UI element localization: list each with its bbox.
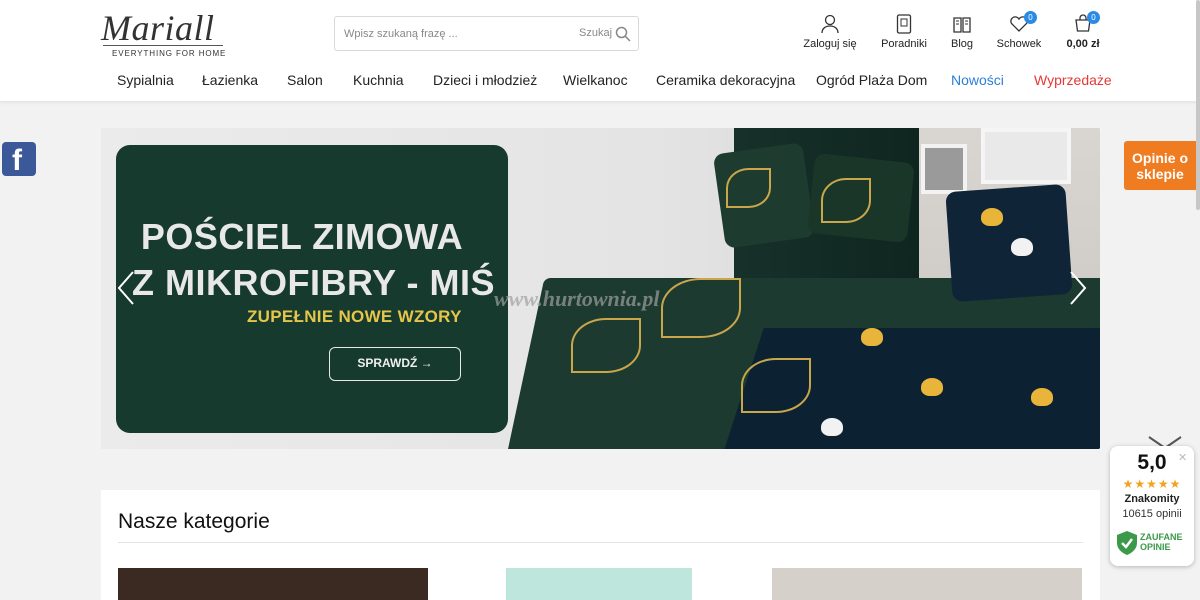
reviews-count: 10615 opinii bbox=[1122, 508, 1182, 520]
main-nav: Sypialnia Łazienka Salon Kuchnia Dzieci … bbox=[0, 72, 1200, 90]
nav-item-wyprzedaze[interactable]: Wyprzedaże bbox=[1034, 72, 1112, 88]
categories-divider bbox=[118, 542, 1083, 543]
nav-item-wielkanoc[interactable]: Wielkanoc bbox=[563, 72, 628, 88]
logo-text: Mariall bbox=[101, 8, 215, 48]
hero-photo-frame bbox=[921, 144, 967, 194]
cart-link[interactable]: 0,00 zł 0 bbox=[1063, 11, 1103, 50]
category-tile[interactable] bbox=[118, 568, 428, 600]
page-scrollbar[interactable] bbox=[1196, 0, 1200, 210]
trust-brand-line2: OPINIE bbox=[1140, 542, 1171, 552]
search-icon[interactable] bbox=[615, 26, 631, 42]
trust-brand-line1: ZAUFANE bbox=[1140, 532, 1183, 542]
site-logo[interactable]: Mariall EVERYTHING FOR HOME bbox=[101, 10, 225, 58]
nav-item-ceramika[interactable]: Ceramika dekoracyjna bbox=[656, 72, 795, 88]
hero-leaf-pattern bbox=[741, 358, 811, 413]
shop-reviews-tab[interactable]: Opinie o sklepie bbox=[1124, 141, 1196, 190]
nav-item-ogrod[interactable]: Ogród Plaża Dom bbox=[816, 72, 927, 88]
wishlist-count-badge: 0 bbox=[1024, 11, 1037, 24]
category-tile[interactable] bbox=[506, 568, 692, 600]
facebook-icon: f bbox=[12, 144, 22, 177]
wishlist-label: Schowek bbox=[996, 38, 1042, 50]
trusted-reviews-widget[interactable]: 5,0 ✕ ★★★★★ Znakomity 10615 opinii ZAUFA… bbox=[1110, 446, 1194, 566]
hero-butterfly bbox=[1031, 388, 1053, 406]
rating-stars: ★★★★★ bbox=[1122, 477, 1182, 491]
site-header: Mariall EVERYTHING FOR HOME Szukaj Zalog… bbox=[0, 0, 1200, 102]
categories-title: Nasze kategorie bbox=[118, 510, 270, 533]
facebook-button[interactable]: f bbox=[2, 142, 36, 177]
search-button-label[interactable]: Szukaj bbox=[579, 27, 612, 39]
hero-photo-pillow bbox=[945, 183, 1073, 303]
hero-butterfly bbox=[981, 208, 1003, 226]
cart-total: 0,00 zł bbox=[1066, 38, 1100, 50]
login-link[interactable]: Zaloguj się bbox=[803, 14, 857, 50]
hero-title-line1: POŚCIEL ZIMOWA bbox=[140, 216, 464, 257]
blog-book-icon bbox=[953, 17, 971, 33]
nav-item-dzieci[interactable]: Dzieci i młodzież bbox=[433, 72, 537, 88]
trust-brand: ZAUFANE OPINIE bbox=[1140, 532, 1183, 552]
wishlist-link[interactable]: Schowek 0 bbox=[996, 11, 1042, 50]
close-icon[interactable]: ✕ bbox=[1178, 451, 1187, 464]
search-box: Szukaj bbox=[334, 16, 639, 51]
logo-tagline: EVERYTHING FOR HOME bbox=[112, 49, 227, 58]
blog-label: Blog bbox=[950, 38, 974, 50]
nav-item-nowosci[interactable]: Nowości bbox=[951, 72, 1004, 88]
nav-item-sypialnia[interactable]: Sypialnia bbox=[117, 72, 174, 88]
rating-word: Znakomity bbox=[1124, 493, 1180, 505]
slider-prev-icon[interactable] bbox=[115, 270, 139, 306]
guides-link[interactable]: Poradniki bbox=[879, 14, 929, 50]
nav-item-lazienka[interactable]: Łazienka bbox=[202, 72, 258, 88]
user-icon bbox=[821, 14, 839, 34]
hero-subtitle: ZUPEŁNIE NOWE WZORY bbox=[247, 307, 462, 326]
hero-leaf-pattern bbox=[821, 178, 871, 223]
hero-watermark: www.hurtownia.pl bbox=[494, 286, 660, 311]
login-label: Zaloguj się bbox=[803, 38, 857, 50]
hero-butterfly bbox=[821, 418, 843, 436]
hero-leaf-pattern bbox=[661, 278, 741, 338]
hero-butterfly bbox=[921, 378, 943, 396]
slider-next-icon[interactable] bbox=[1065, 270, 1089, 306]
cart-count-badge: 0 bbox=[1087, 11, 1100, 24]
hero-leaf-pattern bbox=[726, 168, 771, 208]
nav-item-kuchnia[interactable]: Kuchnia bbox=[353, 72, 404, 88]
categories-section: Nasze kategorie bbox=[101, 490, 1100, 600]
guide-book-icon bbox=[896, 14, 912, 34]
hero-title-line2: Z MIKROFIBRY - MIŚ bbox=[132, 262, 495, 303]
category-tile[interactable] bbox=[772, 568, 1082, 600]
hero-leaf-pattern bbox=[571, 318, 641, 373]
logo-divider bbox=[103, 45, 223, 46]
nav-item-salon[interactable]: Salon bbox=[287, 72, 323, 88]
blog-link[interactable]: Blog bbox=[946, 14, 978, 50]
shield-check-icon bbox=[1117, 531, 1137, 555]
hero-butterfly bbox=[1011, 238, 1033, 256]
search-input[interactable] bbox=[344, 25, 564, 43]
guides-label: Poradniki bbox=[881, 38, 927, 50]
hero-photo-frame bbox=[981, 128, 1071, 184]
hero-slider[interactable]: POŚCIEL ZIMOWA Z MIKROFIBRY - MIŚ ZUPEŁN… bbox=[101, 128, 1100, 449]
hero-cta-button[interactable]: SPRAWDŹ → bbox=[329, 347, 461, 381]
hero-butterfly bbox=[861, 328, 883, 346]
